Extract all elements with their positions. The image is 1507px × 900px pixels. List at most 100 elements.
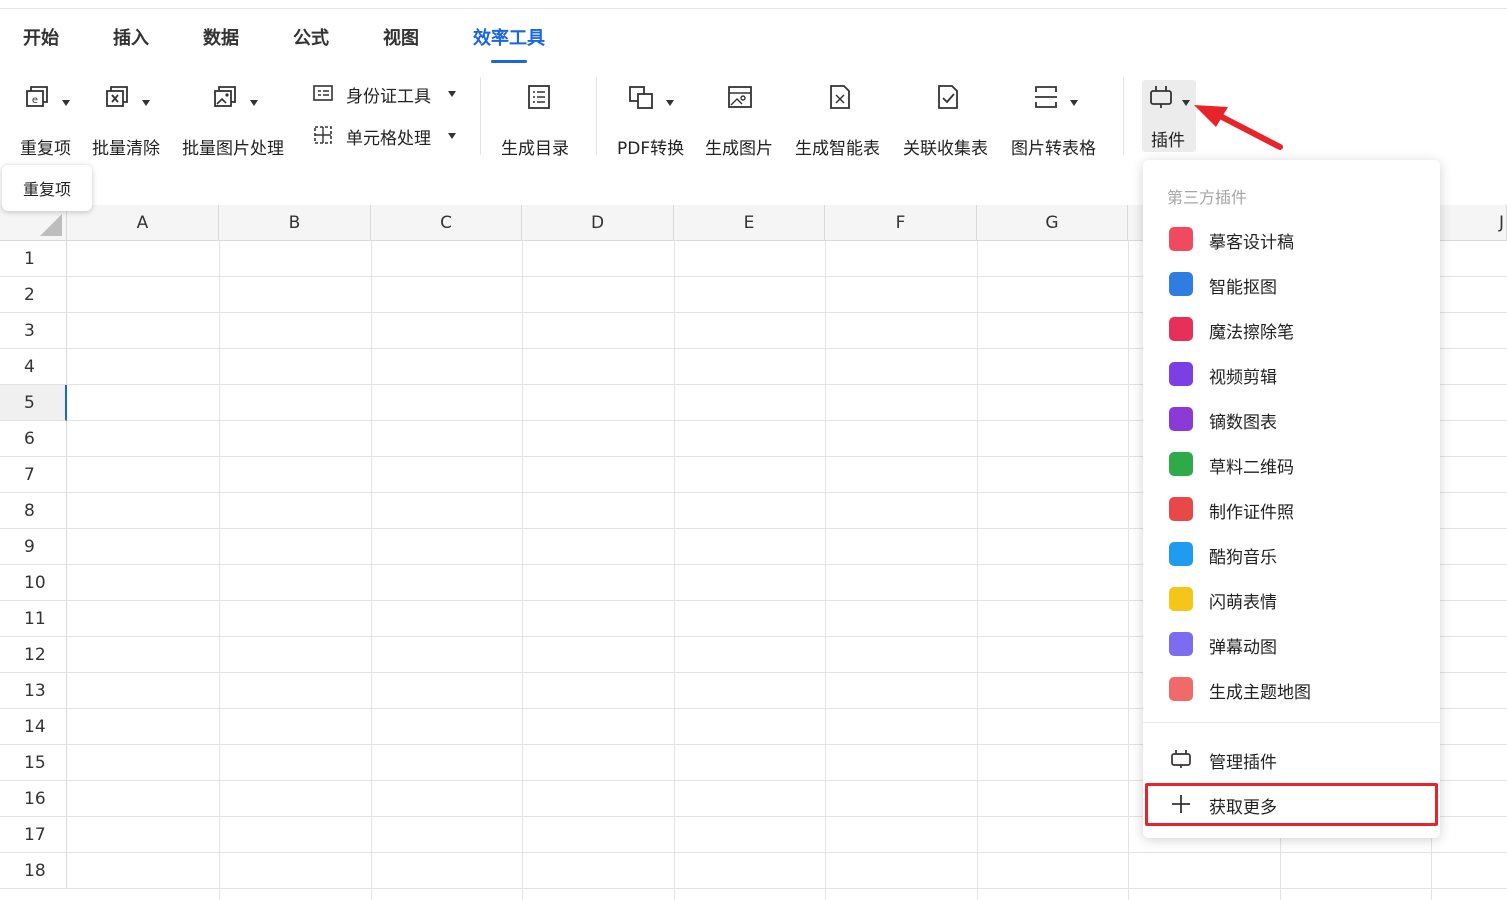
generate-toc-label: 生成目录	[501, 139, 569, 159]
tab-data[interactable]: 数据	[203, 24, 239, 50]
plugin-item-label: 酷狗音乐	[1209, 548, 1277, 568]
row-header[interactable]: 6	[0, 421, 67, 457]
toolbar-separator	[596, 77, 597, 155]
generate-smart-table-button[interactable]: 生成智能表	[795, 80, 890, 160]
chevron-down-icon	[250, 100, 258, 106]
plugin-item[interactable]: 弹幕动图	[1143, 622, 1440, 667]
column-header-a[interactable]: A	[67, 205, 219, 241]
image-to-table-label: 图片转表格	[1011, 139, 1096, 159]
batch-image-label: 批量图片处理	[182, 139, 284, 159]
generate-toc-button[interactable]: 生成目录	[500, 80, 580, 160]
chevron-down-icon	[666, 100, 674, 106]
plugin-item[interactable]: 智能抠图	[1143, 262, 1440, 307]
column-header-d[interactable]: D	[522, 205, 674, 241]
row-header[interactable]: 8	[0, 493, 67, 529]
magic-eraser-icon	[1169, 317, 1193, 341]
column-header-c[interactable]: C	[371, 205, 522, 241]
toolbar-separator	[480, 77, 481, 155]
plugins-button[interactable]: 插件	[1142, 80, 1196, 152]
row-header[interactable]: 11	[0, 601, 67, 637]
toolbar-separator	[1123, 77, 1124, 155]
image-to-table-button[interactable]: 图片转表格	[1011, 80, 1106, 160]
get-more-plugins-item[interactable]: 获取更多	[1143, 782, 1440, 827]
cell-process-icon	[314, 126, 332, 144]
plugin-item[interactable]: 生成主题地图	[1143, 667, 1440, 712]
video-edit-icon	[1169, 362, 1193, 386]
row-header[interactable]: 13	[0, 673, 67, 709]
generate-image-label: 生成图片	[705, 139, 773, 159]
row-header[interactable]: 9	[0, 529, 67, 565]
plugin-item-label: 智能抠图	[1209, 278, 1277, 298]
row-header[interactable]: 2	[0, 277, 67, 313]
batch-image-icon	[214, 86, 236, 107]
third-party-plugins-title: 第三方插件	[1167, 188, 1248, 207]
plugin-item-label: 镝数图表	[1209, 413, 1277, 433]
tab-formula[interactable]: 公式	[293, 24, 329, 50]
mockplus-icon	[1169, 227, 1193, 251]
kugou-icon	[1169, 542, 1193, 566]
row-header[interactable]: 16	[0, 781, 67, 817]
row-header[interactable]: 7	[0, 457, 67, 493]
duplicates-button[interactable]: e 重复项	[18, 80, 78, 160]
column-header-e[interactable]: E	[674, 205, 825, 241]
cell-process-button[interactable]: 单元格处理	[310, 122, 460, 152]
theme-map-icon	[1169, 677, 1193, 701]
row-header[interactable]: 15	[0, 745, 67, 781]
pdf-convert-icon	[629, 86, 653, 109]
row-header[interactable]: 4	[0, 349, 67, 385]
sheet-row[interactable]	[67, 853, 1507, 889]
plugin-item[interactable]: 酷狗音乐	[1143, 532, 1440, 577]
batch-image-button[interactable]: 批量图片处理	[182, 80, 292, 160]
pdf-convert-label: PDF转换	[617, 139, 685, 159]
tab-start[interactable]: 开始	[23, 24, 59, 50]
tab-view[interactable]: 视图	[383, 24, 419, 50]
tab-insert[interactable]: 插入	[113, 24, 149, 50]
image-to-table-icon	[1035, 86, 1057, 108]
duplicates-icon: e	[26, 86, 48, 107]
row-header[interactable]: 18	[0, 853, 67, 889]
manage-plugins-label: 管理插件	[1209, 753, 1277, 773]
chevron-down-icon	[142, 100, 150, 106]
plugin-item[interactable]: 草料二维码	[1143, 442, 1440, 487]
manage-plugins-item[interactable]: 管理插件	[1143, 737, 1440, 782]
row-header[interactable]: 12	[0, 637, 67, 673]
column-header-f[interactable]: F	[825, 205, 977, 241]
plugin-item[interactable]: 视频剪辑	[1143, 352, 1440, 397]
plugin-item[interactable]: 魔法擦除笔	[1143, 307, 1440, 352]
chevron-down-icon	[448, 91, 456, 97]
plugin-item[interactable]: 闪萌表情	[1143, 577, 1440, 622]
active-tab-indicator	[491, 60, 527, 63]
row-header[interactable]: 3	[0, 313, 67, 349]
plugins-label: 插件	[1151, 131, 1185, 151]
column-header-b[interactable]: B	[219, 205, 371, 241]
tab-efficiency-tools[interactable]: 效率工具	[473, 24, 545, 50]
row-header[interactable]: 10	[0, 565, 67, 601]
collect-form-icon	[938, 85, 958, 109]
id-photo-icon	[1169, 497, 1193, 521]
batch-clear-button[interactable]: 批量清除	[92, 80, 166, 160]
plugin-item[interactable]: 摹客设计稿	[1143, 217, 1440, 262]
row-header[interactable]: 14	[0, 709, 67, 745]
plugin-item-label: 制作证件照	[1209, 503, 1294, 523]
table-of-contents-icon	[528, 85, 550, 109]
plug-icon	[1171, 750, 1191, 768]
pdf-convert-button[interactable]: PDF转换	[616, 80, 692, 160]
column-header-g[interactable]: G	[977, 205, 1128, 241]
id-card-tool-button[interactable]: 身份证工具	[310, 80, 460, 110]
row-header[interactable]: 17	[0, 817, 67, 853]
plugin-item[interactable]: 镝数图表	[1143, 397, 1440, 442]
get-more-label: 获取更多	[1209, 798, 1277, 818]
link-collect-form-label: 关联收集表	[903, 139, 988, 159]
plugin-item-label: 闪萌表情	[1209, 593, 1277, 613]
plugin-item[interactable]: 制作证件照	[1143, 487, 1440, 532]
chevron-down-icon	[62, 100, 70, 106]
id-card-icon	[313, 85, 333, 101]
row-header[interactable]: 1	[0, 241, 67, 277]
column-header-j[interactable]: J	[1431, 205, 1507, 241]
duplicates-tooltip: 重复项	[2, 165, 92, 211]
corner-triangle-icon	[40, 214, 62, 236]
generate-image-button[interactable]: 生成图片	[705, 80, 781, 160]
row-header[interactable]: 5	[0, 385, 67, 421]
link-collect-form-button[interactable]: 关联收集表	[903, 80, 998, 160]
id-card-tool-label: 身份证工具	[346, 87, 431, 107]
